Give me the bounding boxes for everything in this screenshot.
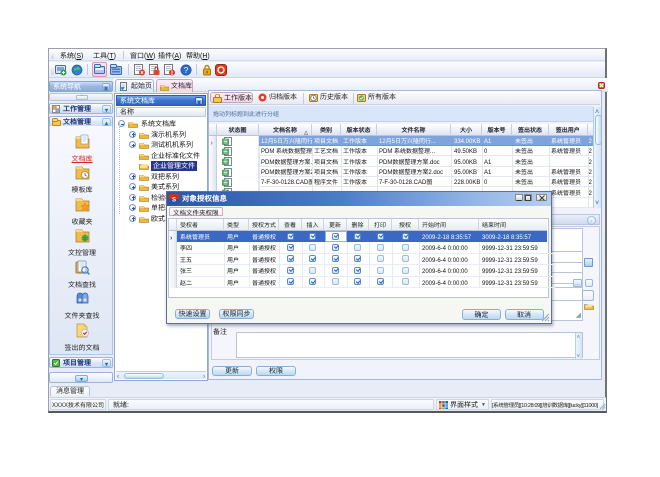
svg-text:S: S [172, 198, 176, 204]
svg-text:?: ? [184, 66, 189, 75]
